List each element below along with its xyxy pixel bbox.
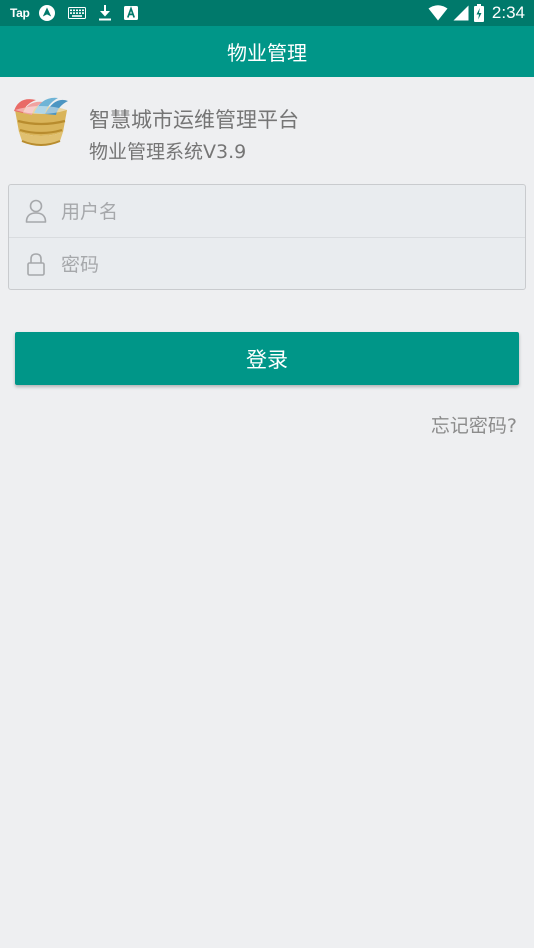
- status-time: 2:34: [491, 3, 525, 22]
- status-right-group: 2:34: [428, 0, 525, 26]
- lock-icon: [25, 252, 47, 276]
- login-button[interactable]: 登录: [15, 332, 519, 385]
- keyboard-icon: [67, 7, 86, 19]
- system-version-subtitle: 物业管理系统V3.9: [89, 141, 247, 163]
- download-icon: [98, 5, 112, 21]
- password-input[interactable]: [59, 246, 503, 284]
- status-left-group: Tap: [10, 0, 150, 26]
- signal-icon: [453, 5, 469, 21]
- username-input[interactable]: [59, 193, 503, 231]
- brand-header: 智慧城市运维管理平台 物业管理系统V3.9: [10, 94, 510, 164]
- battery-charging-icon: [473, 4, 484, 22]
- person-icon: [25, 199, 47, 223]
- login-form: [8, 184, 526, 290]
- password-row: [9, 238, 525, 290]
- toolbar-title: 物业管理: [227, 41, 307, 65]
- wifi-icon: [428, 5, 448, 21]
- app-toolbar: 物业管理: [0, 26, 534, 77]
- tap-label: Tap: [10, 6, 30, 20]
- username-row: [9, 185, 525, 238]
- forgot-password-link[interactable]: 忘记密码?: [431, 411, 517, 438]
- platform-title: 智慧城市运维管理平台: [89, 108, 299, 132]
- navigation-icon: [38, 4, 56, 22]
- city-platform-logo-icon: [10, 94, 72, 152]
- a-box-icon: [123, 6, 138, 20]
- status-bar: Tap 2:34: [0, 0, 534, 26]
